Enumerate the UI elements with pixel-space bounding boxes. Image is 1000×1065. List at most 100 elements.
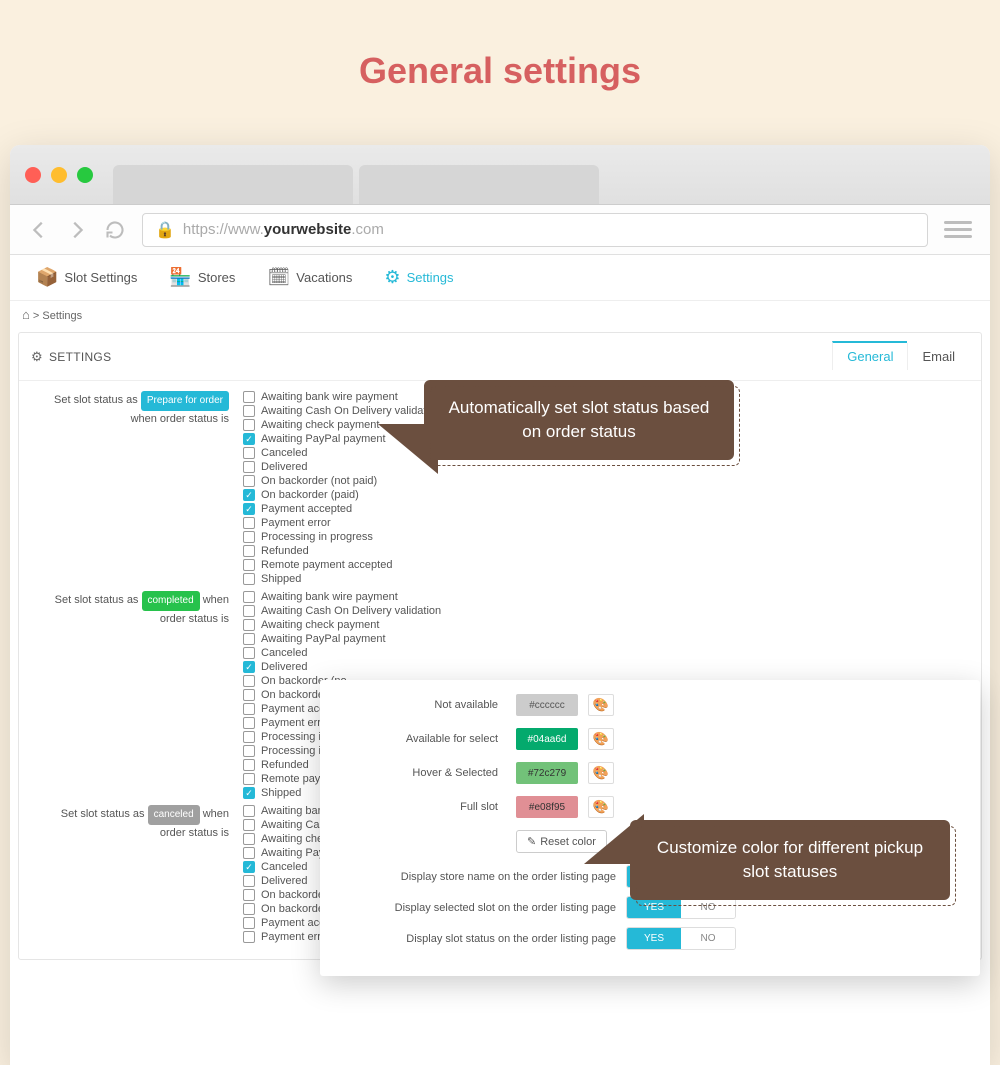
check-item[interactable]: On backorder (not paid) (243, 475, 441, 487)
checkbox[interactable] (243, 917, 255, 929)
checkbox[interactable] (243, 833, 255, 845)
check-label: Canceled (261, 447, 307, 459)
check-item[interactable]: Canceled (243, 647, 441, 659)
checkbox[interactable] (243, 573, 255, 585)
checkbox[interactable] (243, 759, 255, 771)
check-item[interactable]: Awaiting Cash On Delivery validation (243, 405, 441, 417)
checkbox[interactable] (243, 433, 255, 445)
check-item[interactable]: Awaiting PayPal payment (243, 633, 441, 645)
checkbox[interactable] (243, 773, 255, 785)
check-item[interactable]: Awaiting bank wire payment (243, 591, 441, 603)
panel-title: SETTINGS (31, 349, 111, 365)
checkbox[interactable] (243, 703, 255, 715)
url-domain: yourwebsite (264, 221, 352, 238)
checkbox[interactable] (243, 819, 255, 831)
checkbox[interactable] (243, 931, 255, 943)
color-swatch[interactable]: #cccccc (516, 694, 578, 716)
nav-label: Vacations (296, 270, 352, 285)
browser-tab[interactable] (359, 165, 599, 204)
browser-tab[interactable] (113, 165, 353, 204)
check-label: On backorder (paid) (261, 489, 359, 501)
minimize-icon[interactable] (51, 167, 67, 183)
checkbox[interactable] (243, 391, 255, 403)
refresh-button[interactable] (104, 219, 126, 241)
tab-email[interactable]: Email (907, 343, 969, 370)
back-button[interactable] (28, 219, 50, 241)
browser-toolbar: 🔒 https://www.yourwebsite.com (10, 205, 990, 255)
check-item[interactable]: Remote payment accepted (243, 559, 441, 571)
check-label: Shipped (261, 787, 301, 799)
checkbox[interactable] (243, 419, 255, 431)
traffic-lights (25, 167, 93, 183)
toggle-no[interactable]: NO (681, 897, 735, 918)
checkbox[interactable] (243, 689, 255, 701)
checkbox[interactable] (243, 861, 255, 873)
checkbox[interactable] (243, 731, 255, 743)
toggle-yes[interactable]: YES (627, 897, 681, 918)
panel-title-text: SETTINGS (49, 350, 111, 364)
tab-general[interactable]: General (832, 341, 907, 370)
checkbox[interactable] (243, 633, 255, 645)
checkbox[interactable] (243, 619, 255, 631)
checkbox[interactable] (243, 847, 255, 859)
lock-icon: 🔒 (155, 220, 175, 240)
checkbox[interactable] (243, 875, 255, 887)
check-item[interactable]: Refunded (243, 545, 441, 557)
checkbox[interactable] (243, 889, 255, 901)
check-item[interactable]: Awaiting bank wire payment (243, 391, 441, 403)
check-item[interactable]: Shipped (243, 573, 441, 585)
check-label: Delivered (261, 661, 307, 673)
checkbox[interactable] (243, 745, 255, 757)
checkbox[interactable] (243, 405, 255, 417)
checkbox[interactable] (243, 591, 255, 603)
breadcrumb-text: > Settings (33, 310, 82, 322)
check-item[interactable]: Awaiting check payment (243, 619, 441, 631)
color-swatch[interactable]: #e08f95 (516, 796, 578, 818)
checkbox[interactable] (243, 545, 255, 557)
checkbox[interactable] (243, 475, 255, 487)
checkbox[interactable] (243, 489, 255, 501)
toggle[interactable]: YESNO (626, 927, 736, 950)
forward-button[interactable] (66, 219, 88, 241)
nav-item-settings[interactable]: ⚙Settings (370, 263, 467, 292)
check-item[interactable]: Payment error (243, 517, 441, 529)
row-label: Set slot status as Prepare for order whe… (33, 391, 243, 427)
check-item[interactable]: On backorder (paid) (243, 489, 441, 501)
close-icon[interactable] (25, 167, 41, 183)
checkbox[interactable] (243, 605, 255, 617)
page-title: General settings (0, 0, 1000, 122)
checkbox[interactable] (243, 675, 255, 687)
nav-item-stores[interactable]: 🏪Stores (155, 263, 249, 292)
check-label: Awaiting bank wire payment (261, 391, 398, 403)
checkbox[interactable] (243, 661, 255, 673)
check-item[interactable]: Delivered (243, 661, 441, 673)
color-picker-button[interactable]: 🎨 (588, 728, 614, 750)
menu-button[interactable] (944, 221, 972, 238)
color-picker-button[interactable]: 🎨 (588, 694, 614, 716)
checkbox[interactable] (243, 903, 255, 915)
status-badge: Prepare for order (141, 391, 229, 411)
checkbox[interactable] (243, 717, 255, 729)
checkbox[interactable] (243, 787, 255, 799)
checkbox[interactable] (243, 447, 255, 459)
check-item[interactable]: Processing in progress (243, 531, 441, 543)
check-item[interactable]: Awaiting Cash On Delivery validation (243, 605, 441, 617)
check-item[interactable]: Payment accepted (243, 503, 441, 515)
checkbox[interactable] (243, 461, 255, 473)
checkbox[interactable] (243, 517, 255, 529)
nav-item-vacations[interactable]: 🗓Vacations (253, 263, 366, 292)
checkbox[interactable] (243, 531, 255, 543)
checkbox[interactable] (243, 647, 255, 659)
url-bar[interactable]: 🔒 https://www.yourwebsite.com (142, 213, 928, 247)
toggle-yes[interactable]: YES (627, 928, 681, 949)
checkbox[interactable] (243, 559, 255, 571)
maximize-icon[interactable] (77, 167, 93, 183)
home-icon[interactable] (22, 310, 30, 322)
toggle-no[interactable]: NO (681, 928, 735, 949)
nav-item-slot-settings[interactable]: 📦Slot Settings (22, 263, 151, 292)
checkbox[interactable] (243, 503, 255, 515)
color-picker-button[interactable]: 🎨 (588, 762, 614, 784)
color-swatch[interactable]: #72c279 (516, 762, 578, 784)
checkbox[interactable] (243, 805, 255, 817)
color-swatch[interactable]: #04aa6d (516, 728, 578, 750)
